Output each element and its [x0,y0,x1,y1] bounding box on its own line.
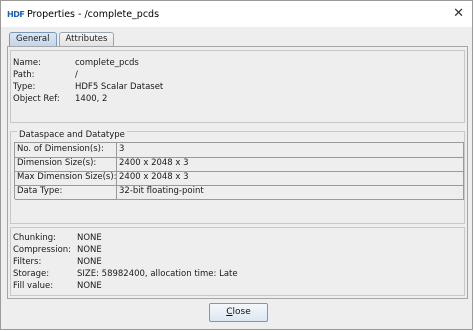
path-label: Path: [13,70,35,80]
dataspace-table: No. of Dimension(s): 3 Dimension Size(s)… [14,142,464,200]
compression-label: Compression: [13,245,72,255]
type-value: HDF5 Scalar Dataset [75,82,164,92]
window-title: Properties - /complete_pcds [27,8,160,20]
tab-attributes[interactable]: Attributes [58,32,115,46]
table-cell-label: Dimension Size(s): [15,157,117,172]
dataspace-section: Dataspace and Datatype No. of Dimension(… [10,130,465,224]
table-cell-label: No. of Dimension(s): [15,143,117,158]
tab-bar: General Attributes [9,32,116,46]
dataspace-title: Dataspace and Datatype [17,130,127,141]
title-bar: HDF Properties - /complete_pcds ✕ [1,1,472,27]
general-panel: Name: complete_pcds Path: / Type: HDF5 S… [7,46,468,299]
filters-value: NONE [77,257,102,267]
storage-section: Chunking: NONE Compression: NONE Filters… [10,227,465,296]
compression-value: NONE [77,245,102,255]
properties-window: HDF Properties - /complete_pcds ✕ Genera… [0,0,473,330]
chunking-value: NONE [77,233,102,243]
table-cell-value: 2400 x 2048 x 3 [117,157,464,172]
storage-label: Storage: [13,269,50,279]
type-label: Type: [13,82,36,92]
close-button[interactable]: Close [209,303,268,322]
table-cell-value: 32-bit floating-point [117,185,464,200]
table-row: Max Dimension Size(s): 2400 x 2048 x 3 [15,171,464,186]
table-cell-value: 2400 x 2048 x 3 [117,171,464,186]
hdf-app-icon: HDF [7,9,25,19]
filters-label: Filters: [13,257,42,267]
path-value: / [75,70,78,80]
storage-value: SIZE: 58982400, allocation time: Late [77,269,238,279]
table-row: Dimension Size(s): 2400 x 2048 x 3 [15,157,464,172]
object-ref-value: 1400, 2 [75,94,108,104]
table-cell-label: Max Dimension Size(s): [15,171,117,186]
close-icon[interactable]: ✕ [453,7,464,20]
name-value: complete_pcds [75,58,139,68]
name-label: Name: [13,58,41,68]
table-cell-label: Data Type: [15,185,117,200]
object-ref-label: Object Ref: [13,94,60,104]
table-row: Data Type: 32-bit floating-point [15,185,464,200]
fill-value-value: NONE [77,281,102,291]
close-label: lose [232,307,251,317]
object-info-section: Name: complete_pcds Path: / Type: HDF5 S… [10,50,465,123]
fill-value-label: Fill value: [13,281,54,291]
table-row: No. of Dimension(s): 3 [15,143,464,158]
table-cell-value: 3 [117,143,464,158]
chunking-label: Chunking: [13,233,57,243]
tab-general[interactable]: General [9,32,57,46]
